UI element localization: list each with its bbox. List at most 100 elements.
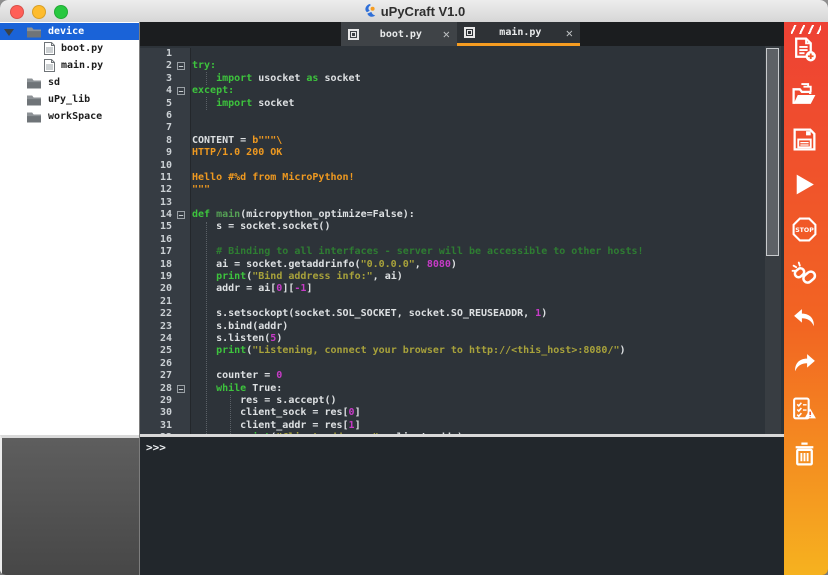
code-line: 13: [140, 197, 784, 209]
code-text: s.setsockopt(socket.SOL_SOCKET, socket.S…: [191, 308, 547, 320]
line-number: 14: [140, 209, 174, 221]
code-text: [191, 197, 192, 209]
syntax-check-icon: [791, 396, 821, 426]
connect-button[interactable]: [791, 261, 821, 291]
download-run-button[interactable]: [791, 171, 821, 201]
line-number: 17: [140, 246, 174, 258]
sidebar-bottom-panel: [0, 435, 139, 575]
code-text: while True:: [191, 383, 282, 395]
disclosure-triangle-icon[interactable]: [4, 29, 14, 36]
code-text: import usocket as socket: [191, 73, 361, 85]
tab-main.py[interactable]: main.py ✕: [457, 22, 580, 46]
undo-icon: [791, 306, 821, 336]
title-bar: uPyCraft V1.0: [0, 0, 828, 23]
code-text: client_addr = res[1]: [191, 420, 361, 432]
open-file-button[interactable]: [791, 81, 821, 111]
code-text: client_sock = res[0]: [191, 407, 361, 419]
code-text: except:: [191, 85, 234, 97]
undo-button[interactable]: [791, 306, 821, 336]
folder-icon: [26, 111, 42, 123]
line-number: 2: [140, 60, 174, 72]
indent-guide: [206, 97, 207, 110]
clear-button[interactable]: [791, 441, 821, 471]
code-text: print("Bind address info:", ai): [191, 271, 403, 283]
toolbar-decoration: [791, 25, 821, 34]
fold-column: [174, 432, 191, 434]
fold-column: [174, 296, 191, 308]
connect-icon: [791, 261, 821, 291]
tree-item-sd[interactable]: sd: [0, 74, 139, 91]
line-number: 13: [140, 197, 174, 209]
fold-column: [174, 333, 191, 345]
tree-item-workSpace[interactable]: workSpace: [0, 108, 139, 125]
line-number: 27: [140, 370, 174, 382]
code-text: res = s.accept(): [191, 395, 337, 407]
tab-label: main.py: [481, 27, 560, 38]
scrollbar-thumb[interactable]: [766, 48, 779, 256]
line-number: 28: [140, 383, 174, 395]
syntax-check-button[interactable]: [791, 396, 821, 426]
fold-column: [174, 420, 191, 432]
line-number: 9: [140, 147, 174, 159]
file-icon: [44, 42, 55, 55]
code-line: 14−def main(micropython_optimize=False):: [140, 209, 784, 221]
code-text: """: [191, 184, 210, 196]
zoom-window-button[interactable]: [54, 5, 68, 19]
code-line: 5 import socket: [140, 98, 784, 110]
close-window-button[interactable]: [10, 5, 24, 19]
redo-button[interactable]: [791, 351, 821, 381]
fold-column: [174, 197, 191, 209]
code-line: 22 s.setsockopt(socket.SOL_SOCKET, socke…: [140, 308, 784, 320]
close-tab-icon[interactable]: ✕: [566, 27, 573, 39]
app-window: uPyCraft V1.0 deviceboot.pymain.pysduPy_…: [0, 0, 828, 575]
code-line: 32 print("Client address:", client_addr): [140, 432, 784, 434]
fold-marker-icon[interactable]: −: [177, 385, 185, 393]
code-text: def main(micropython_optimize=False):: [191, 209, 415, 221]
code-line: 15 s = socket.socket(): [140, 221, 784, 233]
code-line: 6: [140, 110, 784, 122]
code-text: HTTP/1.0 200 OK: [191, 147, 282, 159]
line-number: 19: [140, 271, 174, 283]
tree-item-uPy_lib[interactable]: uPy_lib: [0, 91, 139, 108]
fold-column: [174, 122, 191, 134]
fold-column: −: [174, 383, 191, 395]
line-number: 12: [140, 184, 174, 196]
new-file-button[interactable]: [791, 36, 821, 66]
tree-item-label: uPy_lib: [48, 91, 90, 108]
line-number: 10: [140, 160, 174, 172]
code-line: 26: [140, 358, 784, 370]
fold-column: [174, 283, 191, 295]
minimize-window-button[interactable]: [32, 5, 46, 19]
code-text: [191, 110, 192, 122]
code-line: 24 s.listen(5): [140, 333, 784, 345]
window-title-text: uPyCraft V1.0: [381, 4, 466, 19]
line-number: 5: [140, 98, 174, 110]
line-number: 22: [140, 308, 174, 320]
line-number: 3: [140, 73, 174, 85]
code-text: print("Client address:", client_addr): [191, 432, 463, 434]
console-prompt: >>>: [146, 441, 166, 454]
line-number: 4: [140, 85, 174, 97]
indent-guide: [230, 395, 231, 434]
tree-item-device[interactable]: device: [0, 23, 139, 40]
stop-button[interactable]: STOP: [791, 216, 821, 246]
code-line: 23 s.bind(addr): [140, 321, 784, 333]
code-text: s = socket.socket(): [191, 221, 330, 233]
fold-column: [174, 160, 191, 172]
tree-item-main.py[interactable]: main.py: [0, 57, 139, 74]
fold-marker-icon[interactable]: −: [177, 211, 185, 219]
tree-item-boot.py[interactable]: boot.py: [0, 40, 139, 57]
code-text: counter = 0: [191, 370, 282, 382]
code-editor[interactable]: 12−try:3 import usocket as socket4−excep…: [140, 46, 784, 434]
code-line: 21: [140, 296, 784, 308]
console-panel[interactable]: >>>: [140, 437, 784, 575]
close-tab-icon[interactable]: ✕: [443, 28, 450, 40]
vertical-scrollbar[interactable]: [765, 46, 781, 434]
fold-marker-icon[interactable]: −: [177, 62, 185, 70]
fold-column: [174, 98, 191, 110]
fold-marker-icon[interactable]: −: [177, 87, 185, 95]
window-title: uPyCraft V1.0: [363, 4, 466, 19]
tree-item-label: device: [48, 23, 84, 40]
tab-boot.py[interactable]: boot.py✕: [341, 22, 457, 46]
save-file-button[interactable]: [791, 126, 821, 156]
